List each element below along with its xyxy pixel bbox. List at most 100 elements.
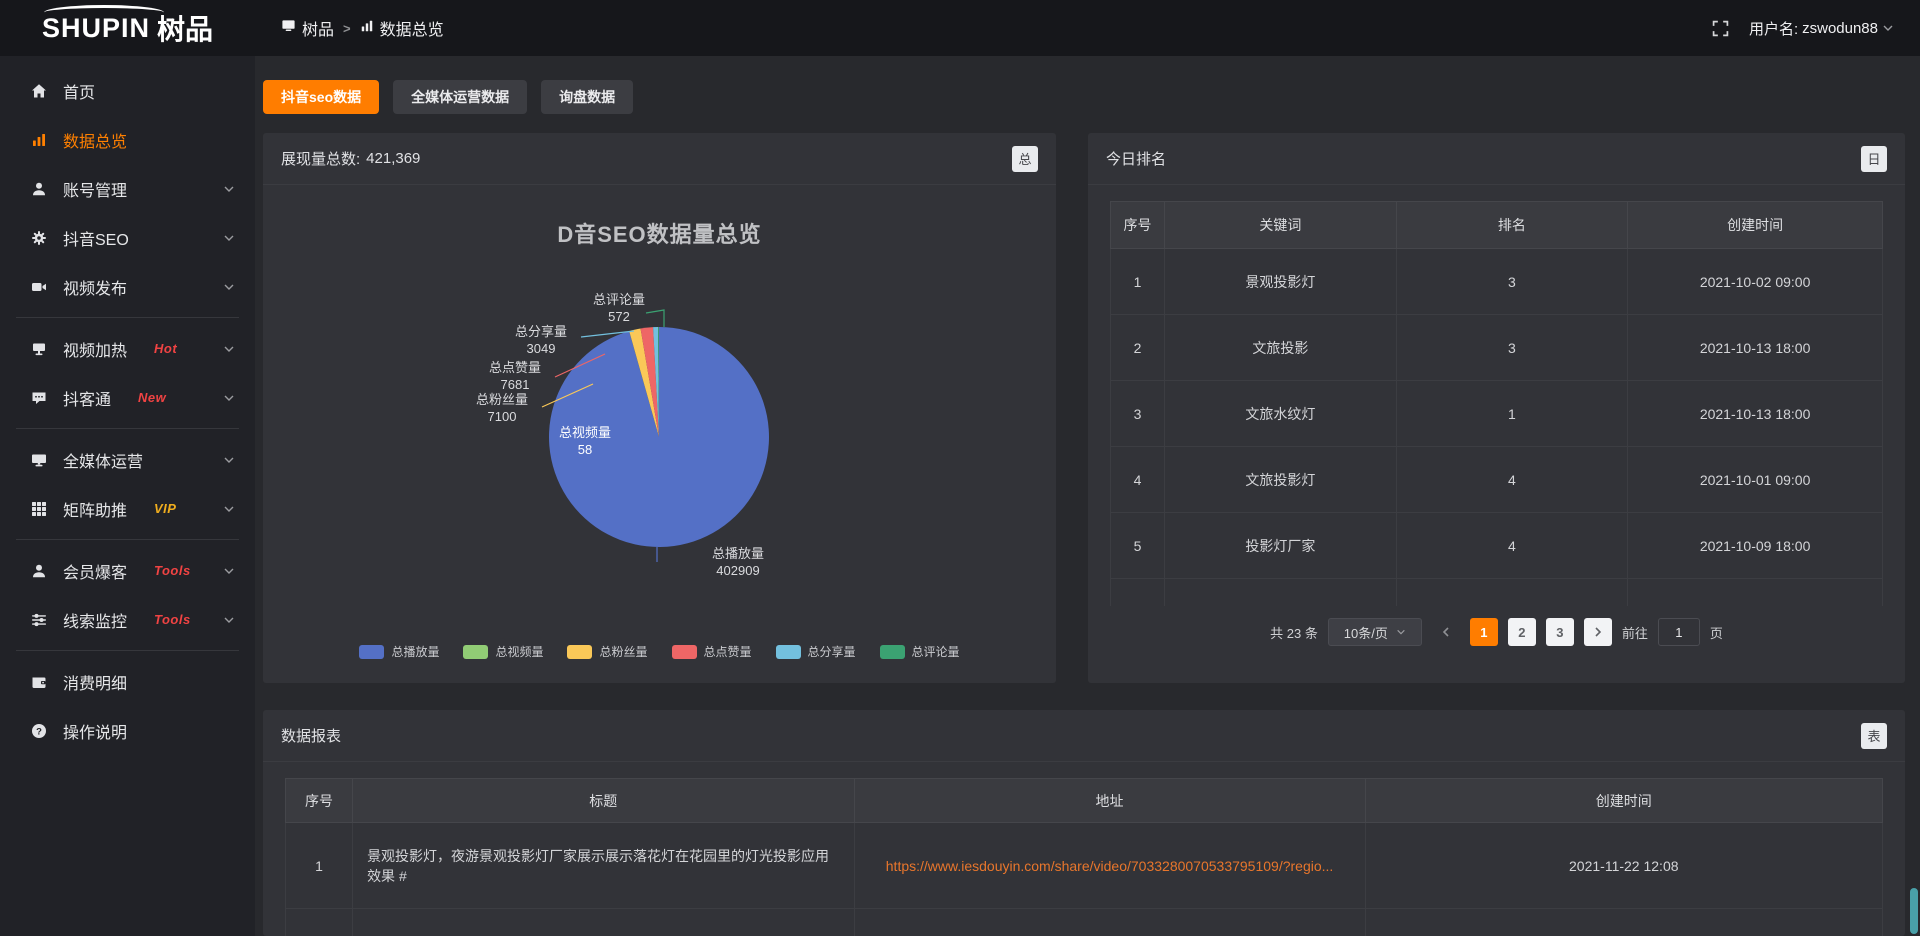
impressions-label: 展现量总数:: [281, 148, 360, 169]
gear-icon: [30, 230, 48, 246]
col-created: 创建时间: [1365, 779, 1882, 823]
sidebar-item-member-burst[interactable]: 会员爆客 Tools: [0, 546, 255, 595]
col-index: 序号: [1111, 202, 1165, 249]
legend-item-likes[interactable]: 总点赞量: [672, 643, 752, 660]
svg-text:?: ?: [36, 726, 42, 737]
logo-text-cn: 树品: [157, 8, 213, 48]
legend-item-shares[interactable]: 总分享量: [776, 643, 856, 660]
logo[interactable]: SHUPIN 树品: [0, 8, 255, 48]
page-size-select[interactable]: 10条/页: [1328, 618, 1422, 646]
user-icon: [30, 563, 48, 579]
sidebar-item-expense-detail[interactable]: 消费明细: [0, 657, 255, 706]
sidebar-item-data-overview[interactable]: 数据总览: [0, 115, 255, 164]
chevron-down-icon: [1396, 627, 1406, 637]
table-row[interactable]: 1景观投影灯32021-10-02 09:00: [1111, 249, 1883, 315]
page-button-2[interactable]: 2: [1508, 618, 1536, 646]
sidebar-item-media-operation[interactable]: 全媒体运营: [0, 435, 255, 484]
logo-text-en: SHUPIN: [42, 15, 150, 42]
col-created: 创建时间: [1628, 202, 1883, 249]
sidebar-item-video-heat[interactable]: 视频加热 Hot: [0, 324, 255, 373]
table-row[interactable]: 4文旅投影灯42021-10-01 09:00: [1111, 447, 1883, 513]
table-header-row: 序号 关键词 排名 创建时间: [1111, 202, 1883, 249]
day-toggle-button[interactable]: 日: [1861, 146, 1887, 172]
page-button-3[interactable]: 3: [1546, 618, 1574, 646]
legend-swatch: [880, 645, 905, 659]
pie-label-shares: 总分享量 3049: [501, 323, 581, 357]
panels-row: 展现量总数: 421,369 总 D音SEO数据量总览: [263, 133, 1905, 683]
chevron-down-icon: [1882, 22, 1894, 34]
legend-item-plays[interactable]: 总播放量: [359, 643, 439, 660]
sidebar-item-matrix-boost[interactable]: 矩阵助推 VIP: [0, 484, 255, 533]
user-menu[interactable]: 用户名: zswodun88: [1749, 18, 1894, 39]
video-url-link[interactable]: https://www.iesdouyin.com/share/video/70…: [854, 823, 1365, 909]
table-header-row: 序号 标题 地址 创建时间: [286, 779, 1883, 823]
ranking-panel: 今日排名 日 序号 关键词 排名: [1088, 133, 1905, 683]
chart-panel-header: 展现量总数: 421,369 总: [263, 133, 1056, 185]
impressions-value: 421,369: [366, 150, 420, 167]
wallet-icon: [30, 674, 48, 690]
vip-badge: VIP: [154, 501, 176, 516]
monitor-icon: [30, 452, 48, 468]
chevron-down-icon: [223, 183, 235, 195]
table-row[interactable]: 1 景观投影灯，夜游景观投影灯厂家展示展示落花灯在花园里的灯光投影应用效果 # …: [286, 823, 1883, 909]
table-row[interactable]: 5投影灯厂家42021-10-09 18:00: [1111, 513, 1883, 579]
col-title: 标题: [353, 779, 854, 823]
legend-item-fans[interactable]: 总粉丝量: [567, 643, 647, 660]
table-row[interactable]: 2文旅投影32021-10-13 18:00: [1111, 315, 1883, 381]
tab-media-operation-data[interactable]: 全媒体运营数据: [393, 80, 527, 114]
grid-icon: [30, 501, 48, 517]
scrollbar-thumb[interactable]: [1910, 888, 1918, 934]
report-table-wrap: 序号 标题 地址 创建时间 1 景观投影灯，夜游景观投影灯厂家展示展示落花灯在花…: [263, 762, 1905, 936]
tab-inquiry-data[interactable]: 询盘数据: [541, 80, 633, 114]
topbar-right: 用户名: zswodun88: [1712, 18, 1894, 39]
breadcrumb-root[interactable]: 树品: [281, 16, 334, 40]
fullscreen-icon[interactable]: [1712, 20, 1729, 37]
sidebar-item-label: 首页: [63, 79, 95, 103]
pie-label-comments: 总评论量 572: [579, 291, 659, 325]
chevron-down-icon: [223, 614, 235, 626]
table-row-partial: [1111, 579, 1883, 607]
breadcrumb-current-label: 数据总览: [380, 16, 444, 40]
sidebar-item-label: 线索监控: [63, 608, 127, 632]
chevron-down-icon: [223, 392, 235, 404]
sidebar-item-lead-monitor[interactable]: 线索监控 Tools: [0, 595, 255, 644]
monitor-icon: [281, 18, 296, 38]
legend-item-videos[interactable]: 总视频量: [463, 643, 543, 660]
report-panel: 数据报表 表 序号 标题 地址 创建时间: [263, 710, 1905, 936]
total-toggle-button[interactable]: 总: [1012, 146, 1038, 172]
sidebar-item-label: 全媒体运营: [63, 448, 143, 472]
col-rank: 排名: [1396, 202, 1628, 249]
topbar: SHUPIN 树品 树品 > 数据总览 用户名:: [0, 0, 1920, 56]
pie-label-fans: 总粉丝量 7100: [462, 391, 542, 425]
chevron-down-icon: [223, 232, 235, 244]
sidebar-item-help[interactable]: ? 操作说明: [0, 706, 255, 755]
question-circle-icon: ?: [30, 723, 48, 739]
breadcrumb-current[interactable]: 数据总览: [360, 16, 444, 40]
next-page-button[interactable]: [1584, 618, 1612, 646]
tab-douyin-seo-data[interactable]: 抖音seo数据: [263, 80, 379, 114]
sidebar-item-video-publish[interactable]: 视频发布: [0, 262, 255, 311]
sidebar-item-label: 会员爆客: [63, 559, 127, 583]
pie-svg: [263, 185, 1056, 683]
sidebar-item-douyin-seo[interactable]: 抖音SEO: [0, 213, 255, 262]
table-toggle-button[interactable]: 表: [1861, 723, 1887, 749]
table-row[interactable]: 3文旅水纹灯12021-10-13 18:00: [1111, 381, 1883, 447]
sidebar-item-home[interactable]: 首页: [0, 66, 255, 115]
prev-page-button[interactable]: [1432, 618, 1460, 646]
chat-bubble-icon: [30, 390, 48, 406]
pie-label-videos: 总视频量 58: [545, 424, 625, 458]
legend-item-comments[interactable]: 总评论量: [880, 643, 960, 660]
pagination: 共 23 条 10条/页 1 2 3 前往: [1110, 618, 1883, 646]
sidebar-item-account[interactable]: 账号管理: [0, 164, 255, 213]
page-button-1[interactable]: 1: [1470, 618, 1498, 646]
sidebar-item-label: 消费明细: [63, 670, 127, 694]
content: 抖音seo数据 全媒体运营数据 询盘数据 展现量总数: 421,369 总 D音…: [255, 56, 1920, 936]
chart-panel: 展现量总数: 421,369 总 D音SEO数据量总览: [263, 133, 1056, 683]
goto-page-input[interactable]: [1658, 618, 1700, 646]
chevron-down-icon: [223, 454, 235, 466]
sidebar-item-label: 抖客通: [63, 386, 111, 410]
sidebar-item-douketong[interactable]: 抖客通 New: [0, 373, 255, 422]
pagination-total: 共 23 条: [1270, 623, 1318, 642]
report-panel-header: 数据报表 表: [263, 710, 1905, 762]
chevron-down-icon: [223, 281, 235, 293]
